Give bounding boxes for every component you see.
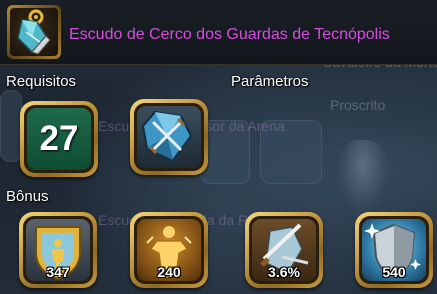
bonus-label: Bônus (6, 188, 49, 205)
bonus-value-1: 347 (46, 264, 70, 280)
parameters-label: Parâmetros (231, 73, 309, 90)
bonus-tile-3[interactable]: 3.6% (245, 212, 323, 288)
requirements-label: Requisitos (6, 73, 77, 90)
bonus-tile-2[interactable]: 240 (130, 212, 208, 288)
level-requirement-value: 27 (39, 119, 79, 158)
item-title: Escudo de Cerco dos Guardas de Tecnópoli… (69, 26, 390, 43)
bonus-value-2: 240 (157, 264, 181, 280)
shield-swords-icon (141, 110, 193, 162)
background-button (260, 120, 322, 184)
background-character (338, 140, 388, 212)
bonus-tile-1[interactable]: 347 (19, 212, 97, 288)
level-requirement-tile[interactable]: 27 (20, 101, 98, 177)
bonus-value-3: 3.6% (268, 264, 300, 280)
shield-scroll-icon (10, 8, 58, 56)
background-button (0, 90, 22, 162)
bonus-tile-4[interactable]: 540 (355, 212, 433, 288)
tooltip-header: Escudo de Cerco dos Guardas de Tecnópoli… (0, 0, 437, 65)
bonus-value-4: 540 (382, 264, 406, 280)
parameter-tile[interactable] (130, 99, 208, 175)
item-icon-frame (7, 5, 61, 59)
